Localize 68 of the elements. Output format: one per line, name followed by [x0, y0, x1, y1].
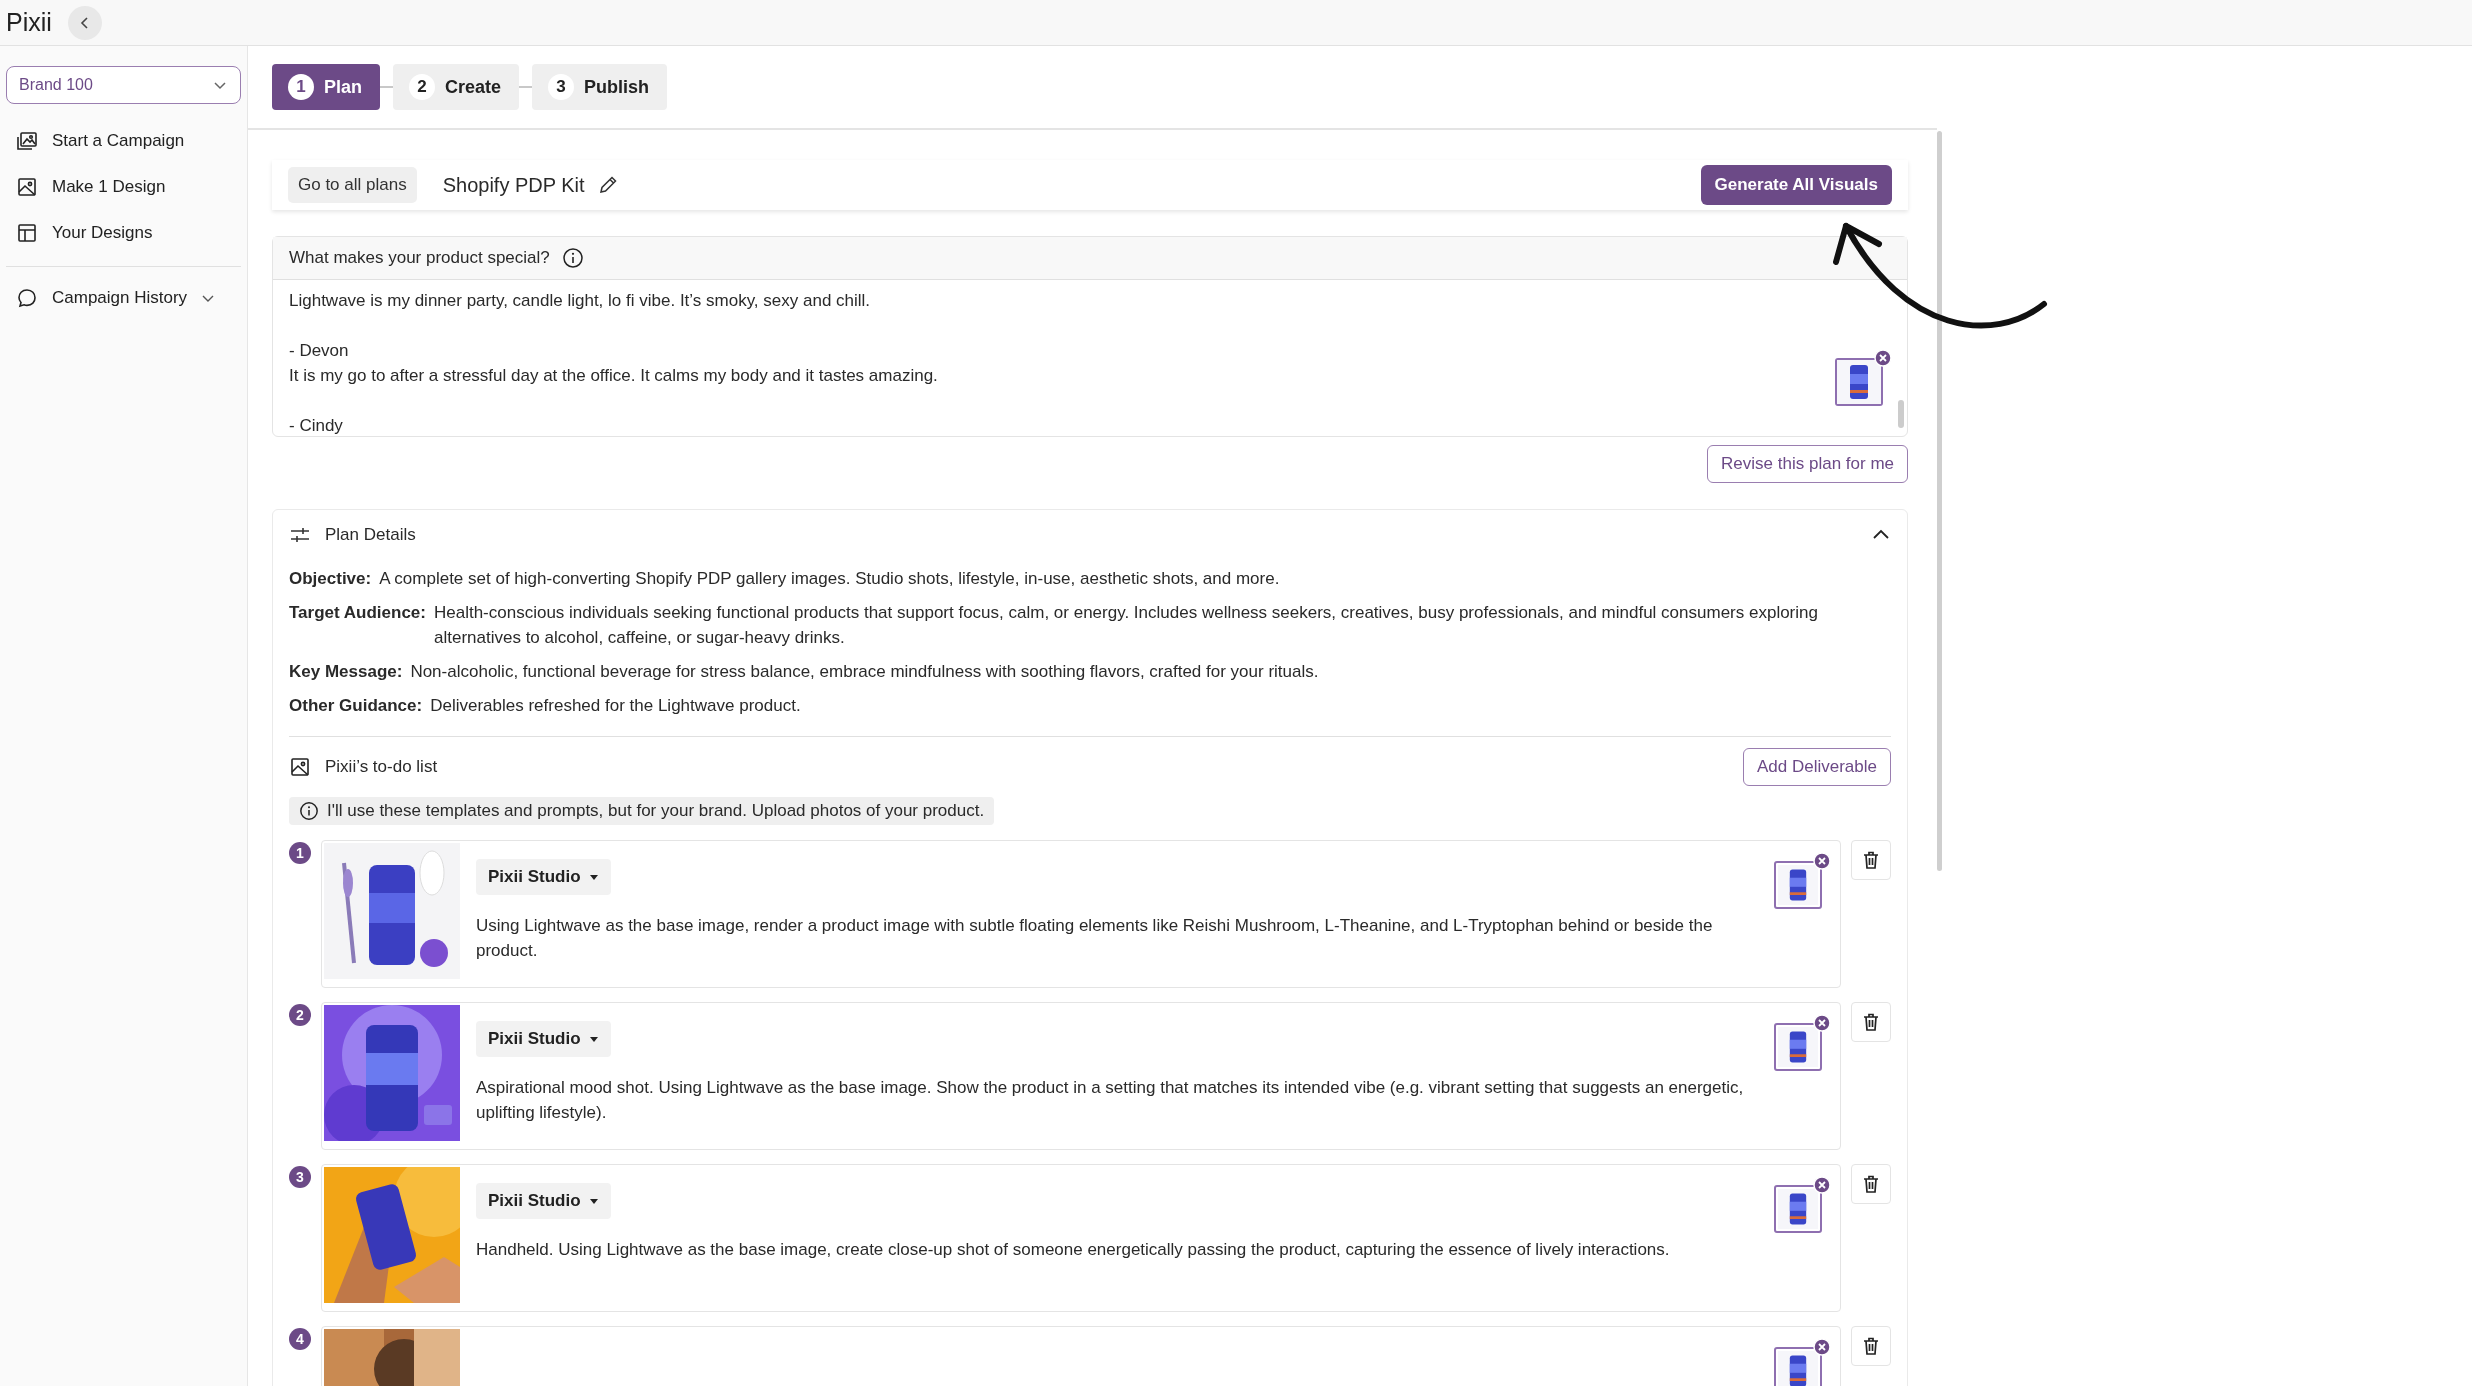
product-thumbnail[interactable] — [1774, 1023, 1822, 1071]
app-logo: Pixii — [6, 8, 52, 37]
trash-icon — [1861, 1336, 1881, 1356]
template-dropdown[interactable]: Pixii Studio — [476, 1183, 611, 1219]
delete-button[interactable] — [1851, 1164, 1891, 1204]
chat-bubble-icon — [16, 287, 38, 309]
product-thumbnail[interactable] — [1774, 861, 1822, 909]
brand-select[interactable]: Brand 100 — [6, 66, 241, 104]
template-dropdown[interactable]: Pixii Studio — [476, 1021, 611, 1057]
note-text: I'll use these templates and prompts, but for your brand. Upload photos of your product. — [327, 801, 985, 821]
info-icon — [299, 801, 319, 821]
add-deliverable-button[interactable]: Add Deliverable — [1743, 748, 1891, 786]
field-value: Non-alcoholic, functional beverage for stress balance, embrace mindfulness with soothing flavors, crafted for your rituals. — [410, 661, 1319, 683]
field-value: Health-conscious individuals seeking functional products that support focus, calm, or energy. Includes wellness seekers, creatives, busy professionals, and mindful consumers exploring alternatives to alcohol, caffeine, or sugar-heavy drinks. — [433, 602, 1819, 649]
step-tab[interactable]: 3 Publish — [532, 64, 668, 110]
campaign-history-item[interactable]: Campaign History — [6, 275, 241, 321]
delete-button[interactable] — [1851, 1002, 1891, 1042]
caret-icon — [588, 1034, 599, 1044]
section-title: Plan Details — [325, 525, 416, 545]
sidebar-item[interactable]: Make 1 Design — [6, 164, 241, 210]
number-badge: 2 — [289, 1004, 311, 1026]
remove-icon[interactable] — [1874, 349, 1892, 367]
field-value: A complete set of high-converting Shopify PDP gallery images. Studio shots, lifestyle, in-use, aesthetic shots, and more. — [379, 568, 1280, 590]
remove-icon[interactable] — [1813, 852, 1831, 870]
sidebar-item[interactable]: Your Designs — [6, 210, 241, 256]
deliverable-description: Handheld. Using Lightwave as the base image, create close-up shot of someone energetically passing the product, capturing the essence of lively interactions. — [476, 1239, 1671, 1261]
number-badge: 4 — [289, 1328, 311, 1350]
section-title: Pixii’s to-do list — [325, 757, 438, 777]
remove-icon[interactable] — [1813, 1338, 1831, 1356]
info-icon[interactable] — [561, 247, 584, 269]
field-label: Objective: — [289, 568, 372, 590]
image-icon — [16, 176, 38, 198]
template-dropdown[interactable]: Pixii Studio — [476, 859, 611, 895]
trash-icon — [1861, 850, 1881, 870]
step-tab[interactable]: 1 Plan — [272, 64, 380, 110]
trash-icon — [1861, 1012, 1881, 1032]
caret-icon — [588, 1196, 599, 1206]
caret-icon — [588, 872, 599, 882]
image-icon — [289, 756, 311, 778]
trash-icon — [1861, 1174, 1881, 1194]
field-label: Key Message: — [289, 661, 403, 683]
layout-icon — [16, 222, 38, 244]
field-label: Target Audience: — [289, 602, 426, 624]
deliverable-description: Aspirational mood shot. Using Lightwave as the base image. Show the product in a setting that matches its intended vibe (e.g. vibrant setting that suggests an energetic, uplifting lifestyle). — [476, 1077, 1745, 1124]
remove-icon[interactable] — [1813, 1014, 1831, 1032]
scrollbar[interactable] — [1937, 131, 1942, 871]
scrollbar[interactable] — [1898, 400, 1904, 428]
delete-button[interactable] — [1851, 840, 1891, 880]
field-label: Other Guidance: — [289, 695, 423, 717]
text-area[interactable]: Lightwave is my dinner party, candle light, lo fi vibe. It’s smoky, sexy and chill. - Devon It is my go to after a stressful day at the office. It calms my body and it tastes amazing. - Cindy — [273, 280, 1835, 436]
product-thumbnail[interactable] — [1774, 1347, 1822, 1386]
number-badge: 3 — [289, 1166, 311, 1188]
delete-button[interactable] — [1851, 1326, 1891, 1366]
field-value: Deliverables refreshed for the Lightwave product. — [430, 695, 801, 717]
field-label: What makes your product special? — [289, 248, 550, 268]
revise-plan-button[interactable]: Revise this plan for me — [1707, 445, 1908, 483]
number-badge: 1 — [289, 842, 311, 864]
generate-all-visuals-button[interactable]: Generate All Visuals — [1700, 165, 1892, 205]
go-to-all-plans-button[interactable]: Go to all plans — [288, 167, 417, 203]
remove-icon[interactable] — [1813, 1176, 1831, 1194]
deliverable-description: Using Lightwave as the base image, render a product image with subtle floating elements like Reishi Mushroom, L-Theanine, and L-Tryptophan behind or beside the product. — [476, 915, 1714, 962]
collapse-sidebar-button[interactable] — [67, 5, 102, 40]
plan-title: Shopify PDP Kit — [442, 173, 585, 197]
images-icon — [16, 130, 38, 152]
sidebar-item[interactable]: Start a Campaign — [6, 118, 241, 164]
step-tab[interactable]: 2 Create — [393, 64, 520, 110]
product-thumbnail[interactable] — [1774, 1185, 1822, 1233]
product-thumbnail[interactable] — [1835, 358, 1883, 406]
